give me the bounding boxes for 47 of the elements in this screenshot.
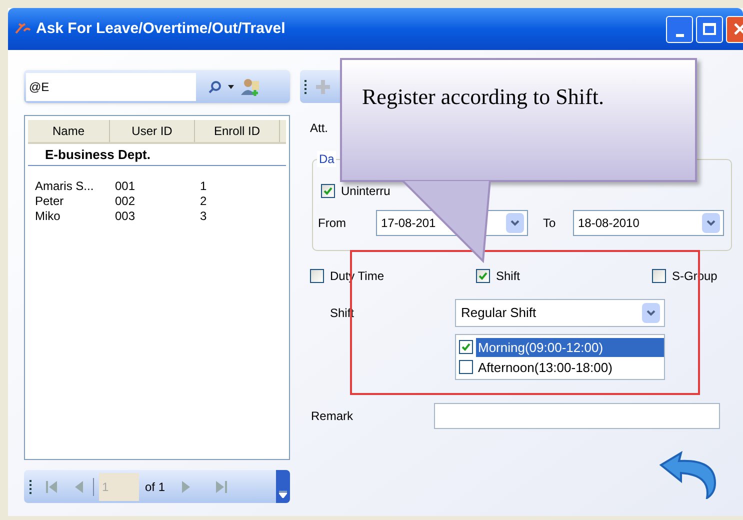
- shift-dropdown[interactable]: Regular Shift: [455, 299, 665, 327]
- window-title: Ask For Leave/Overtime/Out/Travel: [36, 18, 286, 39]
- table-cell-text: Amaris S...: [34, 179, 95, 194]
- column-header[interactable]: Enroll ID: [195, 120, 280, 142]
- group-title: Da: [317, 151, 336, 167]
- table-cell-text: 001: [114, 179, 136, 194]
- table-cell-text: Peter: [34, 194, 65, 209]
- minimize-icon: [676, 34, 684, 36]
- table-cell-text: 1: [199, 179, 208, 194]
- close-icon: [732, 22, 743, 36]
- column-header[interactable]: User ID: [110, 120, 195, 142]
- remark-field[interactable]: [434, 403, 720, 429]
- minimize-button[interactable]: [666, 16, 693, 42]
- search-field[interactable]: @E: [26, 72, 196, 100]
- add-user-icon[interactable]: [240, 76, 260, 96]
- maximize-button[interactable]: [696, 16, 723, 42]
- shift-period-item[interactable]: Afternoon(13:00-18:00): [476, 358, 664, 376]
- table-cell-text: 002: [114, 194, 136, 209]
- search-icon[interactable]: [208, 80, 222, 94]
- callout-box: Register according to Shift.: [340, 58, 697, 182]
- table-cell-text: Miko: [34, 209, 62, 224]
- checkbox[interactable]: [459, 340, 473, 354]
- remark-label: Remark: [311, 408, 354, 425]
- checkbox[interactable]: [310, 269, 324, 283]
- table-cell-text: 003: [114, 209, 136, 224]
- checkbox-label: Shift: [496, 268, 520, 285]
- shift-period-item[interactable]: Morning(09:00-12:00): [476, 338, 664, 356]
- checkbox[interactable]: [476, 269, 490, 283]
- checkbox[interactable]: [459, 360, 473, 374]
- page-count: of 1: [145, 478, 166, 496]
- from-label: From: [318, 215, 347, 232]
- caret-icon[interactable]: [228, 84, 234, 88]
- table-cell-text: 3: [199, 209, 208, 224]
- column-header[interactable]: Name: [28, 120, 110, 142]
- group-header[interactable]: E-business Dept.: [28, 144, 286, 166]
- to-label: To: [543, 215, 557, 232]
- maximize-icon: [703, 23, 716, 35]
- grip-icon: [304, 78, 307, 94]
- table-cell-text: 2: [199, 194, 208, 209]
- overflow-button[interactable]: [276, 470, 290, 503]
- grip-icon: [29, 478, 32, 494]
- to-date-field[interactable]: 18-08-2010: [573, 210, 724, 236]
- checkbox-label: Uninterru: [341, 183, 390, 200]
- att-label: Att.: [310, 120, 330, 137]
- checkbox[interactable]: [321, 184, 335, 198]
- checkbox[interactable]: [652, 269, 666, 283]
- caret-icon: [279, 491, 287, 498]
